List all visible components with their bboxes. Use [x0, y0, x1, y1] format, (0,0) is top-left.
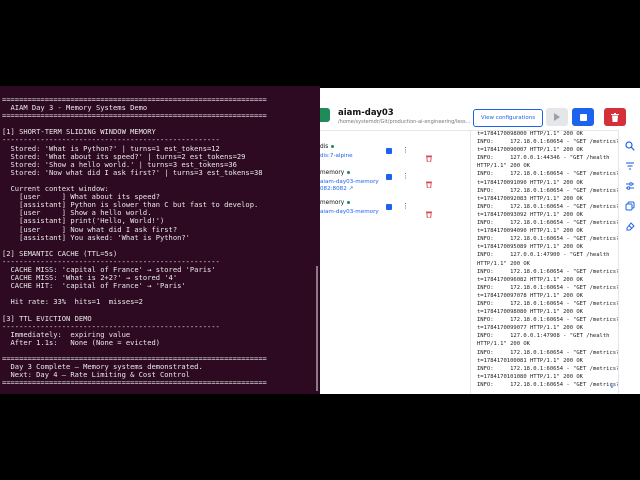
- log-line: INFO: 172.18.0.1:60654 - "GET /metrics?: [477, 171, 619, 178]
- terminal-scrollbar[interactable]: [316, 266, 318, 391]
- terminal-output: ========================================…: [2, 95, 312, 388]
- trash-icon: [426, 181, 432, 189]
- service-container-link[interactable]: aiam-day03-memory: [320, 209, 379, 215]
- clear-button[interactable]: [624, 220, 636, 232]
- log-line: t=1784170099077 HTTP/1.1" 200 OK: [477, 325, 583, 332]
- log-line: t=1784170092083 HTTP/1.1" 200 OK: [477, 195, 583, 202]
- service-stop-button[interactable]: [386, 148, 392, 154]
- filter-button[interactable]: [624, 160, 636, 172]
- log-line: t=1784170094090 HTTP/1.1" 200 OK: [477, 228, 583, 235]
- kebab-menu-icon[interactable]: ⋮: [402, 172, 409, 180]
- log-line: t=1784170090007 HTTP/1.1" 200 OK: [477, 147, 583, 154]
- log-line: HTTP/1.1" 200 OK: [477, 260, 530, 267]
- log-line: HTTP/1.1" 200 OK: [477, 163, 530, 170]
- log-output: t=1784170098000 HTTP/1.1" 200 OK INFO: 17…: [477, 130, 619, 389]
- log-line: INFO: 172.18.0.1:60654 - "GET /metrics?: [477, 284, 619, 291]
- search-button[interactable]: [624, 140, 636, 152]
- log-line: t=1784170096082 HTTP/1.1" 200 OK: [477, 276, 583, 283]
- service-delete-button[interactable]: [426, 147, 432, 166]
- project-title: aiam-day03: [338, 108, 394, 118]
- settings-button[interactable]: [624, 180, 636, 192]
- log-line: t=1784170095089 HTTP/1.1" 200 OK: [477, 244, 583, 251]
- log-line: t=1784170098080 HTTP/1.1" 200 OK: [477, 309, 583, 316]
- service-name: memory: [320, 170, 345, 176]
- service-row[interactable]: memory aiam-day03-memory ⋮: [320, 200, 470, 224]
- terminal-window[interactable]: ========================================…: [0, 86, 320, 394]
- service-row[interactable]: memory aiam-day03-memory 082:8082 ↗ ⋮: [320, 170, 470, 194]
- log-line: INFO: 127.0.0.1:47900 - "GET /health: [477, 252, 610, 259]
- log-line: INFO: 172.18.0.1:60654 - "GET /metrics?: [477, 317, 619, 324]
- kebab-menu-icon[interactable]: ⋮: [402, 202, 409, 210]
- view-configurations-button[interactable]: View configurations: [473, 109, 543, 127]
- log-viewer[interactable]: t=1784170098000 HTTP/1.1" 200 OK INFO: 17…: [470, 130, 619, 394]
- log-line: INFO: 172.18.0.1:60654 - "GET /metrics?: [477, 187, 619, 194]
- stop-button[interactable]: [572, 108, 594, 126]
- log-line: INFO: 172.18.0.1:60654 - "GET /metrics?: [477, 381, 619, 388]
- service-delete-button[interactable]: [426, 173, 432, 192]
- eraser-icon: [626, 222, 635, 231]
- running-status-dot: [347, 201, 351, 204]
- copy-button[interactable]: [624, 200, 636, 212]
- log-line: INFO: 172.18.0.1:60654 - "GET /metrics?: [477, 220, 619, 227]
- terminal-line: Stored: 'Now what did I ask first?' | tu…: [2, 167, 263, 177]
- sliders-icon: [626, 182, 634, 190]
- stop-icon: [579, 113, 587, 121]
- log-line: INFO: 172.18.0.1:60654 - "GET /metrics?: [477, 268, 619, 275]
- log-line: INFO: 172.18.0.1:60654 - "GET /metrics?: [477, 365, 619, 372]
- delete-button[interactable]: [604, 108, 626, 126]
- terminal-line: CACHE HIT: 'capital of France' → 'Paris': [2, 281, 186, 291]
- panel-header: aiam-day03 /home/systemdr/Git/production…: [320, 88, 640, 131]
- log-line: t=1784170091090 HTTP/1.1" 200 OK: [477, 179, 583, 186]
- kebab-menu-icon[interactable]: ⋮: [402, 146, 409, 154]
- trash-icon: [611, 112, 619, 122]
- log-line: INFO: 172.18.0.1:60654 - "GET /metrics?: [477, 300, 619, 307]
- service-container-link[interactable]: aiam-day03-memory: [320, 179, 379, 185]
- external-link-icon: ↗: [348, 186, 354, 192]
- log-line: t=1784170101080 HTTP/1.1" 200 OK: [477, 373, 583, 380]
- service-stop-button[interactable]: [386, 174, 392, 180]
- search-icon: [625, 141, 635, 151]
- arrow-down-icon[interactable]: ↓: [609, 382, 615, 390]
- running-status-dot: [331, 145, 335, 148]
- service-row[interactable]: dis dis:7-alpine ⋮: [320, 144, 470, 168]
- filter-icon: [626, 162, 634, 170]
- log-line: t=1784170093092 HTTP/1.1" 200 OK: [477, 211, 583, 218]
- log-line: t=1784170097078 HTTP/1.1" 200 OK: [477, 292, 583, 299]
- play-icon: [554, 113, 560, 121]
- project-path: /home/systemdr/Git/production-ai-enginee…: [338, 119, 471, 125]
- service-name: dis: [320, 144, 329, 150]
- service-port-link[interactable]: 082:8082: [320, 186, 347, 192]
- log-line: INFO: 172.18.0.1:60654 - "GET /metrics?: [477, 139, 619, 146]
- service-name: memory: [320, 200, 345, 206]
- running-status-dot: [347, 171, 351, 174]
- service-image-link[interactable]: dis:7-alpine: [320, 153, 353, 159]
- log-line: HTTP/1.1" 200 OK: [477, 341, 530, 348]
- log-toolbar: [618, 130, 640, 394]
- service-delete-button[interactable]: [426, 203, 432, 222]
- terminal-line: ========================================…: [2, 378, 267, 388]
- service-stop-button[interactable]: [386, 204, 392, 210]
- play-button[interactable]: [546, 108, 568, 126]
- log-line: INFO: 172.18.0.1:60654 - "GET /metrics?: [477, 236, 619, 243]
- log-line: t=1784170100081 HTTP/1.1" 200 OK: [477, 357, 583, 364]
- terminal-line: ========================================…: [2, 111, 267, 121]
- log-line: t=1784170098000 HTTP/1.1" 200 OK: [477, 131, 583, 137]
- log-line: INFO: 172.18.0.1:60654 - "GET /metrics?: [477, 203, 619, 210]
- log-line: INFO: 127.0.0.1:44346 - "GET /health: [477, 155, 610, 162]
- log-line: INFO: 127.0.0.1:47908 - "GET /health: [477, 333, 610, 340]
- terminal-line: Hit rate: 33% hits=1 misses=2: [2, 297, 143, 307]
- terminal-line: After 1.1s: None (None = evicted): [2, 337, 161, 347]
- trash-icon: [426, 155, 432, 163]
- compose-panel: aiam-day03 /home/systemdr/Git/production…: [320, 88, 640, 394]
- terminal-line: [assistant] You asked: 'What is Python?': [2, 232, 190, 242]
- stack-icon: [320, 108, 330, 122]
- copy-icon: [625, 201, 635, 211]
- log-line: INFO: 172.18.0.1:60654 - "GET /metrics?: [477, 349, 619, 356]
- trash-icon: [426, 211, 432, 219]
